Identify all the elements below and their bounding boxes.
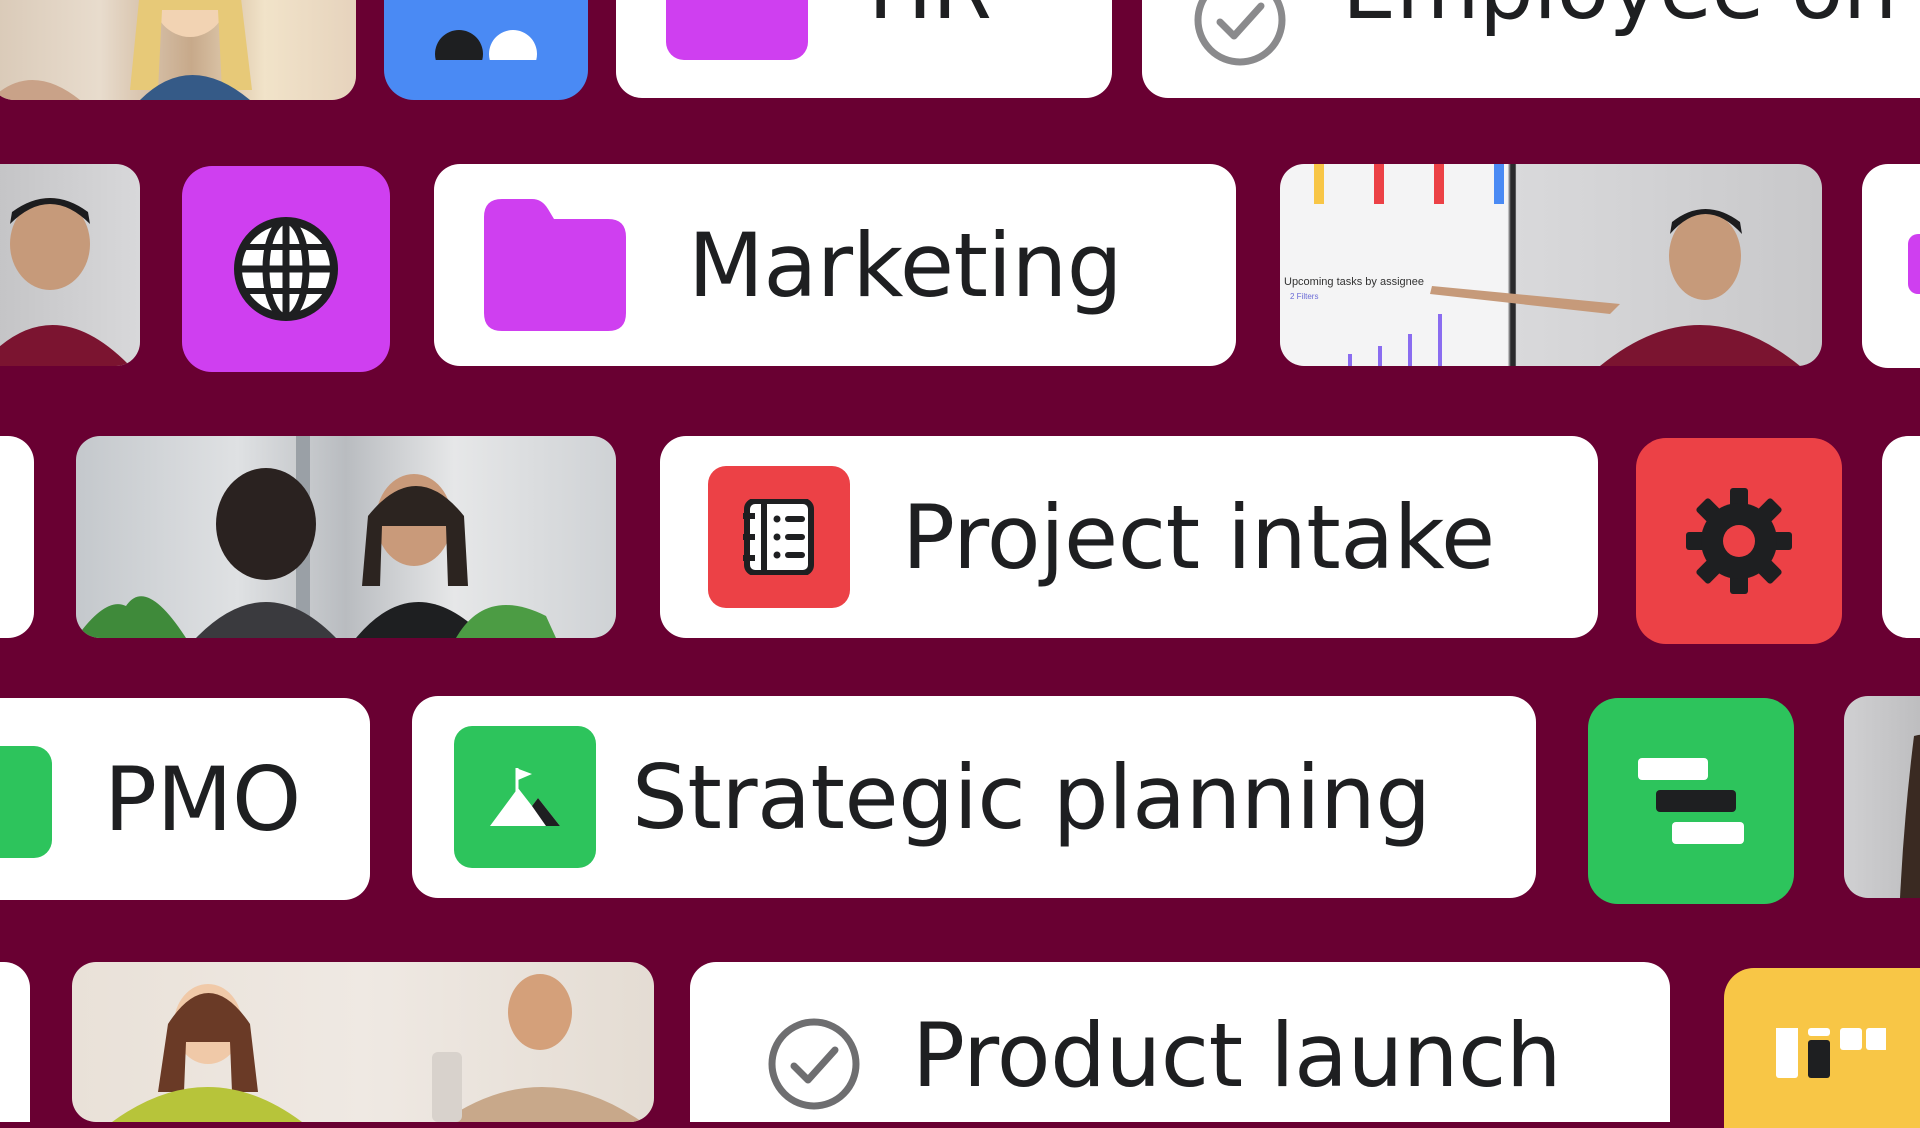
edge-pill-right-row2 [1862, 164, 1920, 368]
check-circle-icon [1194, 0, 1286, 66]
globe-icon [234, 217, 338, 321]
strategic-planning-label: Strategic planning [632, 745, 1431, 849]
board-icon [1776, 1028, 1886, 1078]
folder-icon [484, 199, 626, 331]
photo-two-women [76, 436, 616, 638]
people-icon [435, 30, 537, 60]
photo-presenter-screen: Upcoming tasks by assignee 2 Filters [1280, 164, 1822, 366]
project-intake-pill[interactable]: Project intake [660, 436, 1598, 638]
mountain-flag-icon [454, 726, 596, 868]
employee-pill[interactable]: Employee on [1142, 0, 1920, 98]
edge-pill-left-row5 [0, 962, 30, 1122]
edge-pill-right-row3 [1882, 436, 1920, 638]
hr-label: HR [868, 0, 992, 32]
notebook-icon [708, 466, 850, 608]
employee-label: Employee on [1342, 0, 1897, 32]
check-circle-icon [768, 1018, 860, 1110]
folder-icon [0, 746, 52, 858]
strategic-planning-pill[interactable]: Strategic planning [412, 696, 1536, 898]
product-launch-square-tile[interactable] [1724, 968, 1920, 1128]
gear-icon [1686, 488, 1792, 594]
marketing-pill[interactable]: Marketing [434, 164, 1236, 366]
chart-caption: Upcoming tasks by assignee [1284, 276, 1425, 288]
product-launch-label: Product launch [912, 1004, 1562, 1107]
photo-man-left [0, 164, 140, 366]
marketing-square-tile[interactable] [182, 166, 390, 372]
pmo-pill[interactable]: PMO [0, 698, 370, 900]
chart-subcaption: 2 Filters [1290, 292, 1319, 301]
marketing-label: Marketing [688, 213, 1123, 317]
strategic-timeline-square-tile[interactable] [1588, 698, 1794, 904]
photo-woman-top [0, 0, 356, 100]
project-settings-square-tile[interactable] [1636, 438, 1842, 644]
pmo-label: PMO [104, 748, 301, 851]
project-intake-label: Project intake [902, 485, 1495, 589]
hr-pill[interactable]: HR [616, 0, 1112, 98]
product-launch-pill[interactable]: Product launch [690, 962, 1670, 1122]
edge-pill-left-row3 [0, 436, 34, 638]
photo-woman-right-edge [1844, 696, 1920, 898]
timeline-icon [1638, 758, 1744, 844]
hr-square-tile[interactable] [384, 0, 588, 100]
folder-icon [666, 0, 808, 60]
photo-two-people-bottom [72, 962, 654, 1122]
